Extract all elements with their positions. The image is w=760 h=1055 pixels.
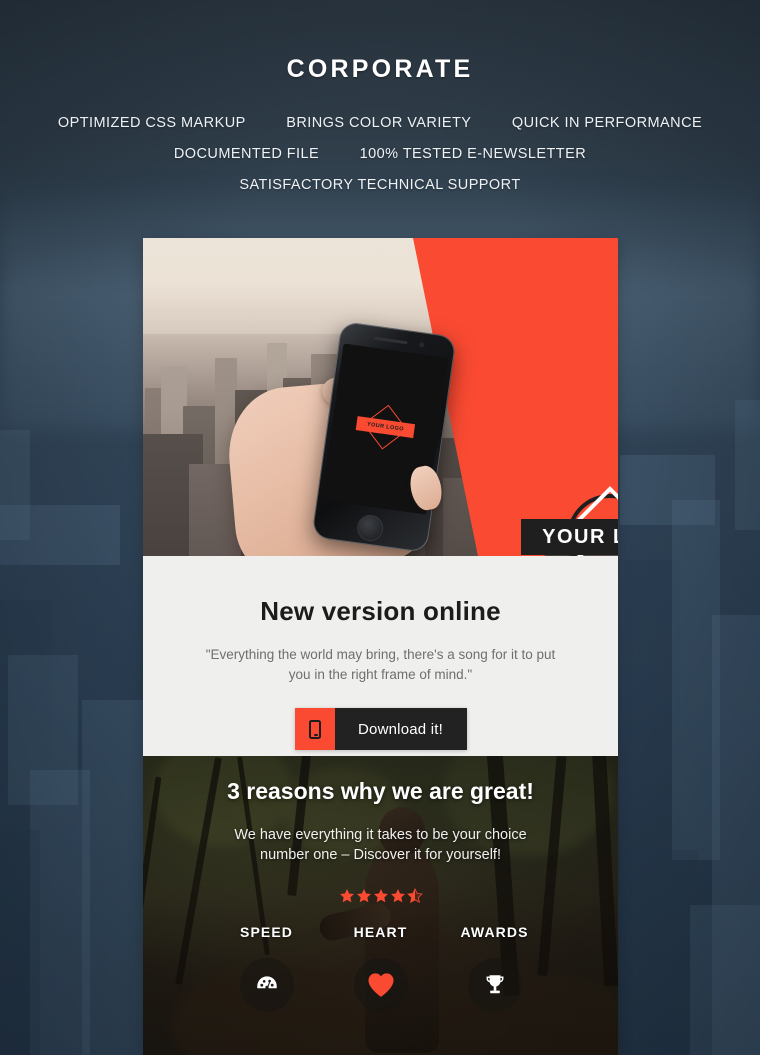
brand-logo-wrap: YOUR LOGO [521, 486, 618, 556]
mobile-phone-icon [294, 708, 335, 751]
reason-icon-circle [467, 957, 522, 1012]
download-button-label: Download it! [334, 708, 467, 751]
reason-label: HEART [353, 923, 408, 940]
star-half-icon [406, 887, 423, 904]
star-rating [143, 887, 618, 904]
feature-item: 100% TESTED E-NEWSLETTER [359, 146, 587, 162]
reason-column-awards[interactable]: AWARDS [438, 924, 552, 1012]
new-version-panel: New version online "Everything the world… [143, 556, 618, 756]
reasons-content: 3 reasons why we are great! We have ever… [143, 756, 618, 1012]
trophy-icon [486, 974, 503, 993]
feature-row-2: DOCUMENTED FILE 100% TESTED E-NEWSLETTER [0, 145, 760, 163]
version-title: New version online [260, 596, 501, 626]
star-full-icon [356, 888, 372, 904]
speedometer-icon [256, 975, 277, 989]
phone-camera [418, 342, 425, 348]
feature-item: BRINGS COLOR VARIETY [286, 115, 472, 131]
star-full-icon [339, 888, 355, 904]
version-quote: "Everything the world may bring, there's… [205, 647, 556, 682]
logo-text-bar: YOUR LOGO [521, 519, 618, 555]
star-full-icon [373, 888, 389, 904]
reasons-title: 3 reasons why we are great! [227, 778, 534, 804]
star-full-icon [390, 888, 406, 904]
feature-item: SATISFACTORY TECHNICAL SUPPORT [239, 177, 521, 193]
download-button[interactable]: Download it! [294, 708, 467, 751]
feature-item: OPTIMIZED CSS MARKUP [57, 115, 246, 131]
page-header: CORPORATE OPTIMIZED CSS MARKUP BRINGS CO… [0, 0, 760, 194]
feature-item: DOCUMENTED FILE [173, 146, 320, 162]
phone-speaker [373, 336, 408, 345]
reasons-subtitle: We have everything it takes to be your c… [234, 827, 527, 864]
reason-label: SPEED [240, 923, 293, 940]
feature-row-1: OPTIMIZED CSS MARKUP BRINGS COLOR VARIET… [0, 114, 760, 132]
phone-home-button [355, 513, 385, 543]
brand-title: CORPORATE [286, 55, 474, 83]
email-template-card: YOUR LOGO YOUR LOGO ✔ Great Features ✔ [143, 238, 618, 1055]
phone-screen-logo: YOUR LOGO [353, 402, 417, 456]
reason-icon-circle [353, 957, 408, 1012]
reasons-columns: SPEED HEART AWARDS [143, 924, 618, 1012]
heart-icon [367, 973, 394, 997]
reason-column-heart[interactable]: HEART [324, 924, 438, 1012]
phone-logo-text: YOUR LOGO [366, 421, 405, 433]
feature-row-3: SATISFACTORY TECHNICAL SUPPORT [0, 176, 760, 194]
reason-column-speed[interactable]: SPEED [210, 924, 324, 1012]
logo-text: YOUR LOGO [542, 525, 618, 548]
reasons-panel: 3 reasons why we are great! We have ever… [143, 756, 618, 1055]
feature-item: QUICK IN PERFORMANCE [511, 115, 703, 131]
reason-label: AWARDS [460, 923, 529, 940]
reason-icon-circle [239, 957, 294, 1012]
hero-section: YOUR LOGO YOUR LOGO ✔ Great Features ✔ [143, 238, 618, 556]
